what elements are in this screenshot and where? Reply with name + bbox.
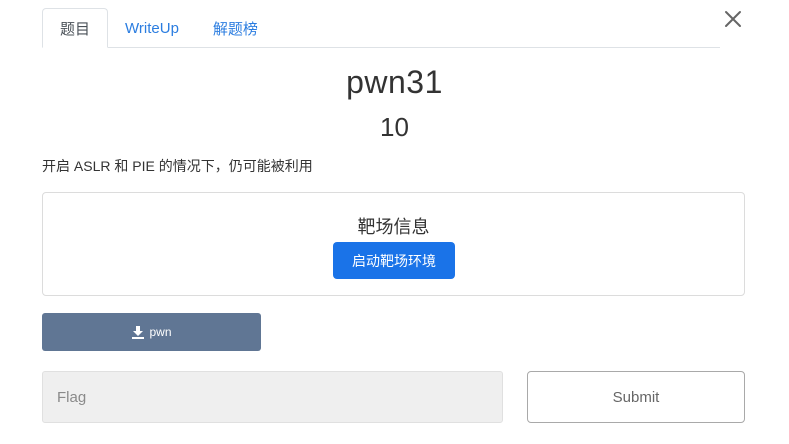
environment-panel: 靶场信息 启动靶场环境 [42,192,745,296]
tab-solves[interactable]: 解题榜 [196,8,275,48]
flag-input[interactable] [42,371,503,423]
tab-bar: 题目 WriteUp 解题榜 [42,8,720,48]
tab-writeup[interactable]: WriteUp [108,8,196,48]
download-file-label: pwn [149,325,172,339]
download-icon [132,326,145,339]
environment-title: 靶场信息 [357,217,430,237]
challenge-modal: 题目 WriteUp 解题榜 pwn31 10 开启 ASLR 和 PIE 的情… [0,0,789,444]
challenge-value: 10 [380,112,409,142]
tab-challenge[interactable]: 题目 [42,8,109,48]
submit-button[interactable]: Submit [527,371,745,423]
close-icon [725,11,741,27]
challenge-name: pwn31 [346,64,443,100]
download-file-button[interactable]: pwn [42,313,261,351]
close-button[interactable] [720,6,746,32]
challenge-description: 开启 ASLR 和 PIE 的情况下，仍可能被利用 [42,158,313,174]
start-environment-button[interactable]: 启动靶场环境 [333,242,455,279]
